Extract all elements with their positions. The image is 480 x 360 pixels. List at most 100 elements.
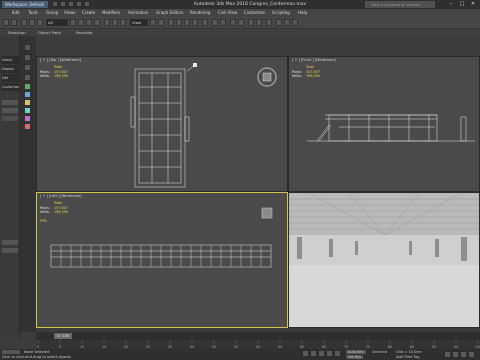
close-icon[interactable]: ✕ [468, 1, 478, 8]
hide-icon[interactable] [24, 64, 31, 71]
unlink-icon[interactable] [29, 19, 35, 26]
scene-explorer-row[interactable] [2, 240, 18, 245]
viewport-top[interactable]: [ + ] [Top ] [Wireframe] Total Polys: 107… [36, 56, 288, 192]
scene-explorer-row[interactable] [2, 116, 18, 121]
auto-key-button[interactable]: Auto Key [346, 350, 366, 354]
schematic-view-icon[interactable] [256, 19, 262, 26]
menu-animation[interactable]: Animation [128, 9, 148, 17]
set-key-button[interactable]: Set Key [346, 355, 364, 359]
undo-icon[interactable] [76, 1, 82, 7]
bind-space-warp-icon[interactable] [37, 19, 43, 26]
menu-group[interactable]: Group [46, 9, 58, 17]
menu-modifiers[interactable]: Modifiers [102, 9, 120, 17]
menu-scripting[interactable]: Scripting [272, 9, 290, 17]
workspace-dropdown[interactable]: Workspace: Default [2, 1, 48, 8]
menu-customize[interactable]: Customize [244, 9, 265, 17]
layer-manager-icon[interactable] [230, 19, 236, 26]
undo-toolbar-icon[interactable] [3, 19, 9, 26]
track-bar[interactable]: 0 5 10 15 20 25 30 35 40 45 50 55 60 65 70 75 80 85 90 95 10… [36, 340, 480, 349]
save-icon[interactable] [68, 1, 74, 7]
viewport-perspective[interactable]: [ + ] [Perspective ] [Realistic] [288, 192, 480, 328]
spinner-snap-icon[interactable] [192, 19, 198, 26]
select-manipulate-icon[interactable] [158, 19, 164, 26]
render-setup-icon[interactable] [276, 19, 282, 26]
menu-graph-editors[interactable]: Graph Editors [156, 9, 183, 17]
menu-civil-view[interactable]: Civil View [218, 9, 237, 17]
maximize-viewport-icon[interactable] [468, 351, 475, 358]
graphite-toggle-icon[interactable] [238, 19, 244, 26]
scene-explorer-tab-customize[interactable]: Customize [1, 83, 19, 91]
helpers-filter-icon[interactable] [25, 116, 30, 121]
move-icon[interactable] [104, 19, 110, 26]
selection-filter-dropdown[interactable]: All [46, 19, 68, 26]
scale-icon[interactable] [120, 19, 126, 26]
viewcube-icon[interactable] [255, 65, 279, 89]
snaps-toggle-icon[interactable] [168, 19, 174, 26]
viewport-front[interactable]: [ + ] [Front ] [Wireframe] Total Polys: 1… [288, 56, 480, 192]
next-frame-icon[interactable] [326, 350, 333, 357]
space-warps-filter-icon[interactable] [25, 124, 30, 129]
open-file-icon[interactable] [60, 1, 66, 7]
scene-explorer-tab-display[interactable]: Display [1, 65, 19, 73]
pan-icon[interactable] [452, 351, 459, 358]
minimize-icon[interactable]: – [446, 1, 456, 8]
search-input[interactable]: Type a keyword or phrase [365, 1, 435, 8]
named-selection-icon[interactable] [202, 19, 208, 26]
cameras-filter-icon[interactable] [25, 108, 30, 113]
rendered-frame-window-icon[interactable] [284, 19, 290, 26]
redo-icon[interactable] [84, 1, 90, 7]
redo-toolbar-icon[interactable] [11, 19, 17, 26]
scene-explorer-tab-edit[interactable]: Edit [1, 74, 19, 82]
rectangular-selection-icon[interactable] [86, 19, 92, 26]
render-production-icon[interactable] [292, 19, 298, 26]
shapes-filter-icon[interactable] [25, 92, 30, 97]
menu-rendering[interactable]: Rendering [190, 9, 210, 17]
viewcube-icon[interactable] [259, 205, 275, 221]
menu-views[interactable]: Views [64, 9, 76, 17]
scene-explorer-row[interactable] [2, 100, 18, 105]
create-icon[interactable] [24, 44, 31, 51]
scene-explorer-row[interactable] [2, 248, 18, 253]
menu-help[interactable]: Help [298, 9, 307, 17]
time-slider[interactable]: 0 / 100 [36, 332, 480, 340]
ribbon-tab-populate[interactable]: Populate [76, 29, 93, 36]
new-file-icon[interactable] [52, 1, 58, 7]
lights-filter-icon[interactable] [25, 100, 30, 105]
mirror-icon[interactable] [212, 19, 218, 26]
scene-explorer-row[interactable] [2, 108, 18, 113]
quick-access-toolbar[interactable] [52, 1, 122, 8]
play-icon[interactable] [318, 350, 325, 357]
select-object-icon[interactable] [70, 19, 76, 26]
viewport-left[interactable]: [ + ] [Left ] [Wireframe] Total Polys: 10… [36, 192, 288, 328]
window-crossing-icon[interactable] [94, 19, 100, 26]
go-to-end-icon[interactable] [334, 350, 341, 357]
align-icon[interactable] [220, 19, 226, 26]
filter-icon-strip[interactable] [25, 84, 30, 244]
previous-frame-icon[interactable] [310, 350, 317, 357]
add-time-tag[interactable]: Add Time Tag [396, 355, 420, 359]
material-editor-icon[interactable] [266, 19, 272, 26]
rotate-icon[interactable] [112, 19, 118, 26]
freeze-icon[interactable] [24, 74, 31, 81]
orbit-icon[interactable] [460, 351, 467, 358]
maximize-icon[interactable]: □ [457, 1, 467, 8]
geometry-filter-icon[interactable] [25, 84, 30, 89]
key-filter-dropdown[interactable]: Selected [370, 350, 390, 354]
scene-explorer-tab-select[interactable]: Select [1, 56, 19, 64]
ribbon-tab-selection[interactable]: Selection [8, 29, 26, 36]
menu-edit[interactable]: Edit [12, 9, 20, 17]
reference-coordinate-dropdown[interactable]: View [130, 19, 148, 26]
angle-snap-icon[interactable] [176, 19, 182, 26]
zoom-icon[interactable] [444, 351, 451, 358]
link-icon[interactable] [21, 19, 27, 26]
curve-editor-icon[interactable] [248, 19, 254, 26]
percent-snap-icon[interactable] [184, 19, 190, 26]
display-filter-icon[interactable] [24, 54, 31, 61]
select-by-name-icon[interactable] [78, 19, 84, 26]
menu-create[interactable]: Create [82, 9, 95, 17]
menu-tools[interactable]: Tools [28, 9, 38, 17]
maxscript-listener[interactable] [2, 350, 20, 354]
pivot-center-icon[interactable] [150, 19, 156, 26]
time-slider-thumb[interactable]: 0 / 100 [54, 333, 72, 339]
ribbon-tab-object-paint[interactable]: Object Paint [38, 29, 61, 36]
